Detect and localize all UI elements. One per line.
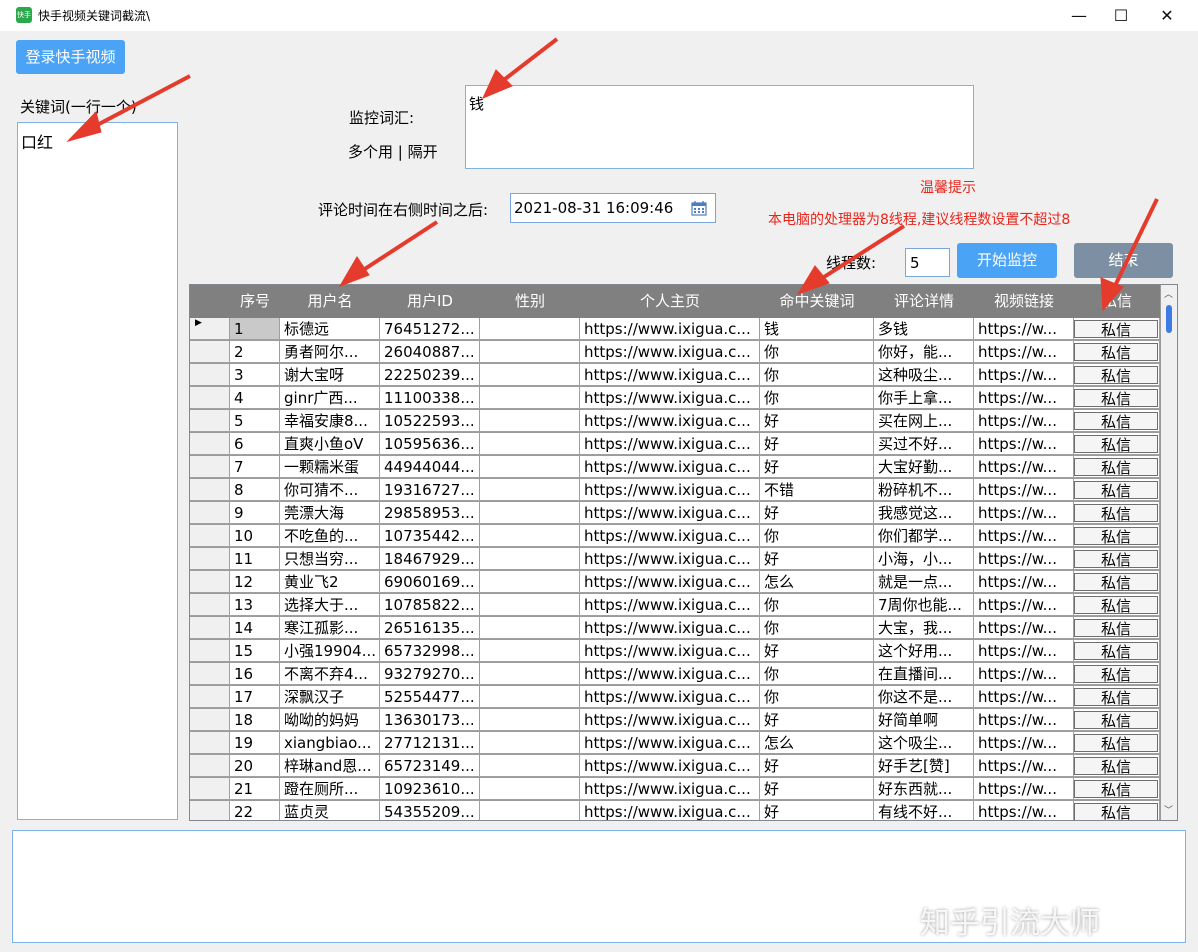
- arrow-username: [352, 220, 439, 278]
- arrow-monitor-head: [482, 69, 513, 99]
- arrow-message-col-head: [1100, 277, 1124, 312]
- arrow-keywords-head: [66, 111, 102, 142]
- arrow-message-col: [1110, 198, 1159, 293]
- arrow-keyword-col: [811, 224, 906, 286]
- annotation-arrows: [66, 37, 1159, 312]
- arrow-username-head: [338, 256, 370, 287]
- arrow-keyword-col-head: [796, 265, 830, 295]
- watermark: 知乎引流大师: [920, 906, 1100, 941]
